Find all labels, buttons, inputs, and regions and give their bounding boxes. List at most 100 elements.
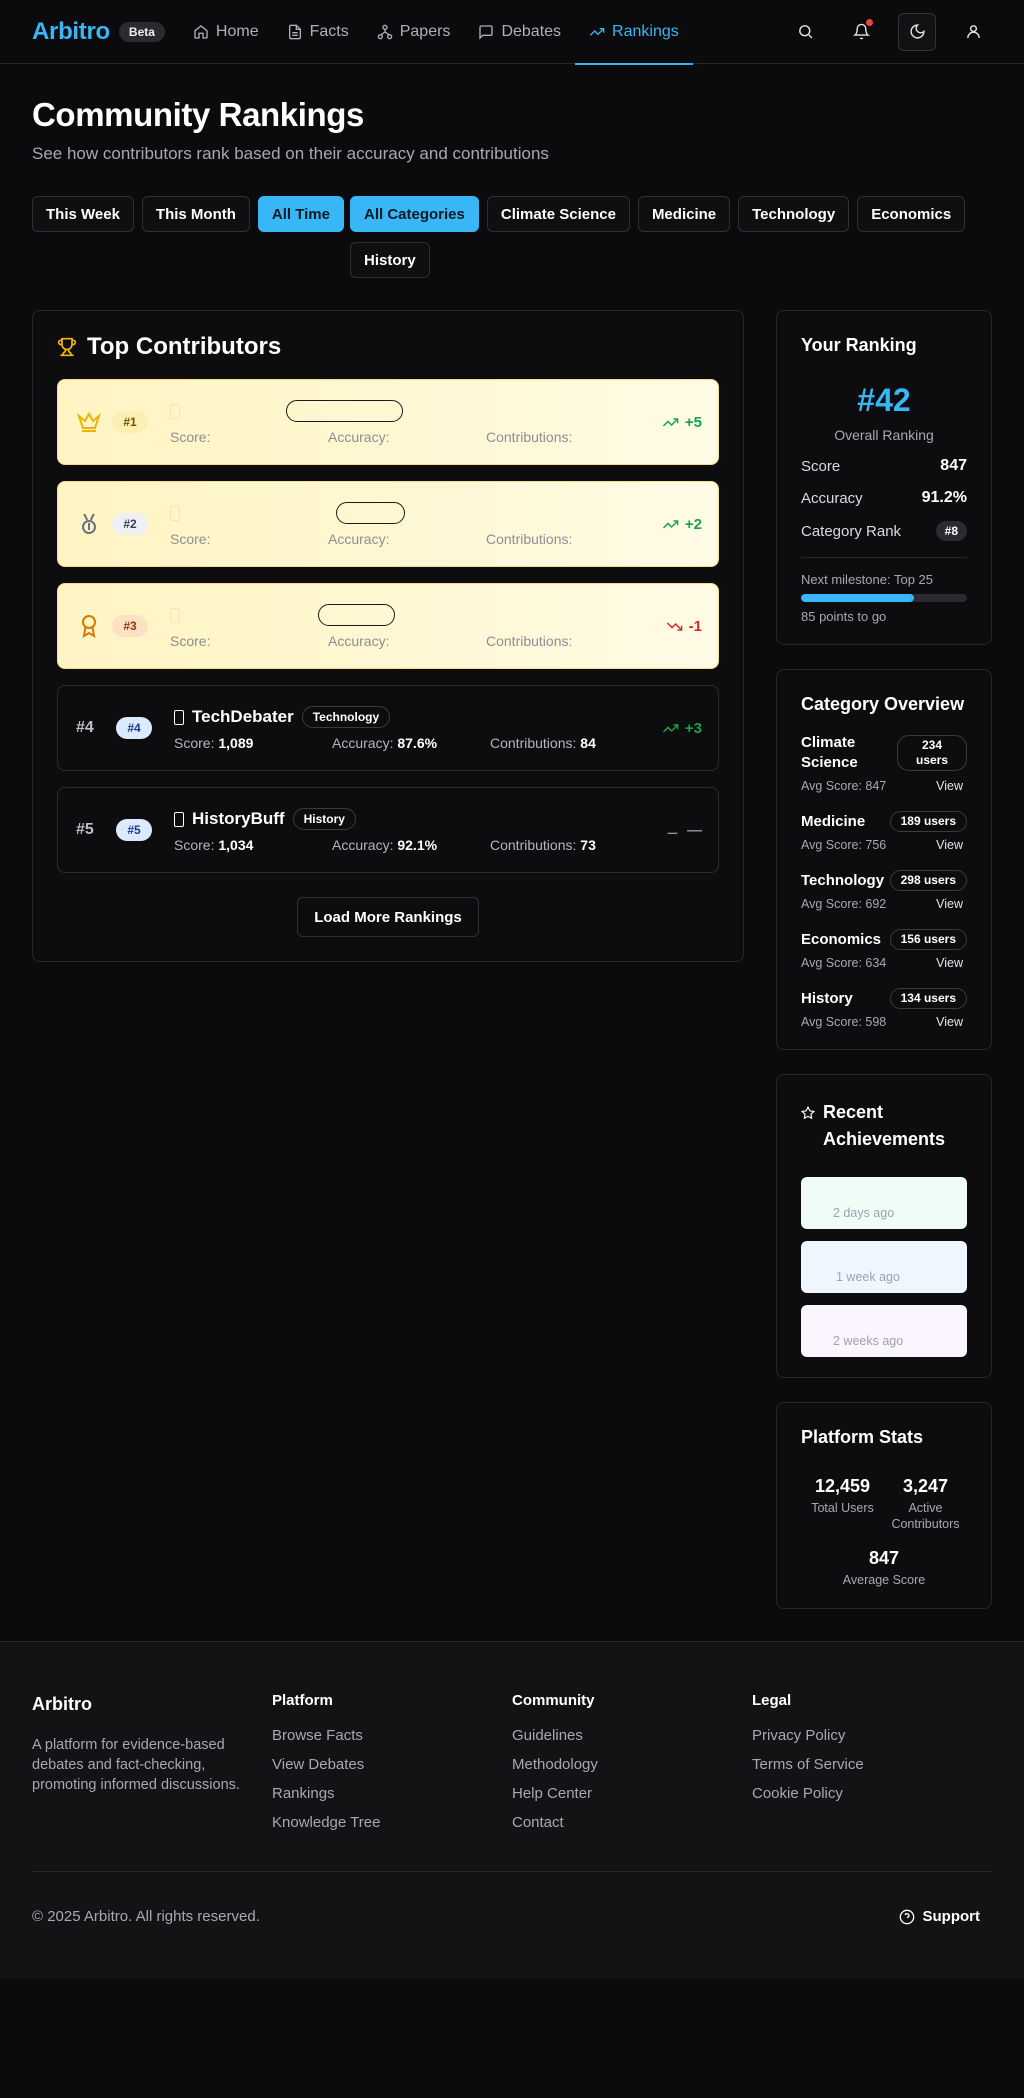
footer-divider (32, 1871, 992, 1872)
accuracy-stat: Accuracy: (328, 633, 390, 649)
notifications-button[interactable] (842, 13, 880, 51)
footer-link-knowledge-tree[interactable]: Knowledge Tree (272, 1814, 512, 1831)
achievements-list: 2 days ago 1 week ago 2 weeks ago (801, 1177, 967, 1357)
category-users-badge: 234 users (897, 735, 967, 771)
your-score-value: 847 (940, 457, 967, 474)
footer-link-privacy[interactable]: Privacy Policy (752, 1727, 992, 1744)
filter-this-month[interactable]: This Month (141, 196, 250, 232)
contributor-row[interactable]: #4 #4 TechDebater Technology Score: 1,08… (57, 685, 719, 771)
main-nav: Home Facts Papers Debates Rankings (179, 0, 693, 65)
recent-achievements-heading: Recent Achievements (801, 1099, 967, 1153)
contributor-info: Score: Accuracy: Contributions: (170, 603, 666, 649)
footer-link-rankings[interactable]: Rankings (272, 1785, 512, 1802)
contributions-stat: Contributions: 84 (490, 735, 596, 751)
category-view-link[interactable]: View (936, 838, 967, 852)
filter-history[interactable]: History (350, 242, 430, 278)
support-button[interactable]: Support (899, 1908, 993, 1925)
category-users-badge: 134 users (889, 988, 967, 1009)
footer-link-contact[interactable]: Contact (512, 1814, 752, 1831)
filter-this-week[interactable]: This Week (32, 196, 134, 232)
rank-badge: #3 (112, 615, 148, 637)
rank-change: +3 (662, 720, 702, 737)
content-area: Top Contributors #1 Score: Accuracy: Con… (0, 278, 1024, 1609)
category-view-link[interactable]: View (936, 1015, 967, 1029)
footer-link-guidelines[interactable]: Guidelines (512, 1727, 752, 1744)
category-name: Technology (801, 871, 885, 889)
your-rank-label: Overall Ranking (834, 427, 934, 443)
logo[interactable]: Arbitro (32, 18, 110, 46)
achievement-time: 1 week ago (836, 1270, 900, 1284)
footer: Arbitro A platform for evidence-based de… (0, 1641, 1024, 1979)
avatar (170, 403, 180, 419)
notification-dot (866, 18, 873, 26)
accuracy-stat: Accuracy: 92.1% (332, 837, 438, 853)
theme-toggle-button[interactable] (898, 12, 936, 51)
filter-all-time[interactable]: All Time (257, 196, 344, 232)
category-users-badge: 156 users (889, 929, 967, 950)
network-icon (377, 24, 393, 39)
footer-link-terms[interactable]: Terms of Service (752, 1756, 992, 1773)
top-contributors-heading: Top Contributors (57, 333, 719, 361)
nav-papers[interactable]: Papers (363, 0, 465, 64)
footer-link-help-center[interactable]: Help Center (512, 1785, 752, 1802)
nav-facts[interactable]: Facts (273, 0, 363, 64)
your-accuracy-row: Accuracy 91.2% (801, 489, 967, 507)
category-view-link[interactable]: View (936, 779, 967, 793)
medal-icon (76, 512, 102, 536)
category-view-link[interactable]: View (936, 956, 967, 970)
home-icon (194, 24, 208, 39)
your-accuracy-label: Accuracy (801, 489, 863, 507)
footer-link-methodology[interactable]: Methodology (512, 1756, 752, 1773)
category-name: Climate Science (801, 734, 858, 771)
document-icon (288, 24, 301, 39)
category-avg: Avg Score: 598 (801, 1015, 887, 1029)
your-category-rank-badge: #8 (935, 521, 967, 541)
footer-brand: Arbitro (32, 1694, 92, 1714)
nav-rankings[interactable]: Rankings (575, 0, 693, 65)
contributor-info: TechDebater Technology Score: 1,089 Accu… (174, 705, 662, 751)
nav-rankings-label: Rankings (612, 22, 679, 40)
nav-home[interactable]: Home (179, 0, 273, 64)
footer-description: A platform for evidence-based debates an… (32, 1737, 240, 1793)
nav-facts-label: Facts (309, 22, 349, 40)
search-button[interactable] (786, 13, 824, 51)
contributor-row[interactable]: #1 Score: Accuracy: Contributions: +5 (57, 379, 719, 465)
score-stat: Score: 1,034 (174, 837, 254, 853)
your-score-label: Score (801, 457, 841, 475)
trending-down-icon (666, 621, 682, 631)
filter-all-categories[interactable]: All Categories (350, 196, 479, 232)
nav-debates[interactable]: Debates (464, 0, 575, 64)
recent-achievements-card: Recent Achievements 2 days ago 1 week ag… (776, 1074, 992, 1378)
minus-icon (667, 832, 678, 834)
category-pill: Technology (301, 706, 391, 728)
footer-link-cookies[interactable]: Cookie Policy (752, 1785, 992, 1802)
trending-up-icon (589, 27, 605, 36)
filter-technology[interactable]: Technology (738, 196, 850, 232)
contributor-row[interactable]: #3 Score: Accuracy: Contributions: -1 (57, 583, 719, 669)
contributor-name[interactable]: HistoryBuff (192, 809, 285, 829)
load-more-button[interactable]: Load More Rankings (297, 897, 479, 937)
contributor-row[interactable]: #2 Score: Accuracy: Contributions: +2 (57, 481, 719, 567)
copyright: © 2025 Arbitro. All rights reserved. (32, 1908, 260, 1925)
beta-badge: Beta (118, 21, 165, 42)
rank-change: -1 (666, 618, 702, 635)
your-category-rank-label: Category Rank (801, 522, 902, 540)
divider (801, 557, 967, 558)
user-menu-button[interactable] (954, 13, 992, 51)
filter-economics[interactable]: Economics (857, 196, 966, 232)
filter-medicine[interactable]: Medicine (637, 196, 731, 232)
score-stat: Score: (170, 633, 211, 649)
filter-climate-science[interactable]: Climate Science (486, 196, 630, 232)
footer-link-browse-facts[interactable]: Browse Facts (272, 1727, 512, 1744)
accuracy-stat: Accuracy: (328, 429, 390, 445)
contributor-name[interactable]: TechDebater (192, 707, 294, 727)
milestone-progress-fill (801, 594, 914, 602)
footer-link-view-debates[interactable]: View Debates (272, 1756, 512, 1773)
contributor-row[interactable]: #5 #5 HistoryBuff History Score: 1,034 A… (57, 787, 719, 873)
category-view-link[interactable]: View (936, 897, 967, 911)
milestone-progress-bar (801, 594, 967, 602)
rank-change-value: +5 (684, 413, 702, 431)
score-stat: Score: (170, 531, 211, 547)
category-avg: Avg Score: 756 (801, 838, 887, 852)
chat-icon (479, 24, 494, 40)
